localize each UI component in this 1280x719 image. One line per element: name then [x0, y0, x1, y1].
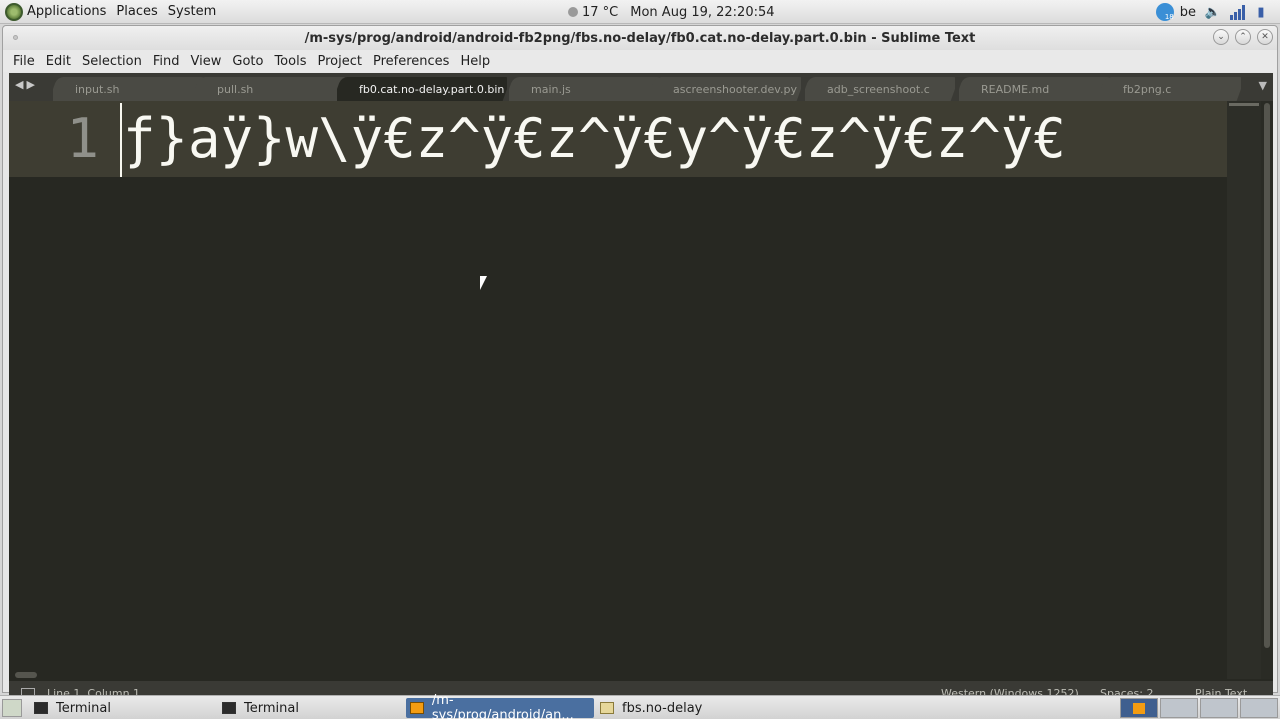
menu-selection[interactable]: Selection: [82, 54, 142, 69]
update-notifier-icon[interactable]: 18: [1155, 3, 1174, 21]
menu-project[interactable]: Project: [317, 54, 361, 69]
task-label: Terminal: [56, 700, 111, 716]
folder-icon: [600, 702, 614, 714]
minimap-viewport[interactable]: [1229, 103, 1259, 106]
keyboard-layout-indicator[interactable]: be: [1180, 5, 1196, 20]
workspace-4[interactable]: [1240, 698, 1278, 718]
editor-area[interactable]: 1 ƒ}aÿ}w\ÿ€z^ÿ€z^ÿ€y^ÿ€z^ÿ€z^ÿ€: [9, 101, 1273, 681]
task-label: /m-sys/prog/android/an...: [431, 693, 574, 719]
tab-label: main.js: [531, 82, 571, 96]
menu-goto[interactable]: Goto: [232, 54, 263, 69]
text-caret: [120, 103, 122, 177]
tab-ascreenshooter-dev-py[interactable]: ascreenshooter.dev.py: [651, 77, 801, 101]
panel-clock-area[interactable]: 17 °C Mon Aug 19, 22:20:54: [568, 0, 775, 24]
maximize-button[interactable]: ⌃: [1235, 29, 1251, 45]
sublime-text-icon: [410, 702, 424, 714]
task-terminal-1[interactable]: Terminal: [30, 698, 210, 718]
task-label: Terminal: [244, 700, 299, 716]
update-count: 18: [1164, 13, 1174, 21]
panel-menu-applications[interactable]: Applications: [27, 4, 106, 19]
window-menu-icon[interactable]: [13, 35, 18, 40]
menu-file[interactable]: File: [13, 54, 35, 69]
horizontal-scrollbar[interactable]: [9, 669, 1227, 681]
menu-view[interactable]: View: [191, 54, 222, 69]
workspace-3[interactable]: [1200, 698, 1238, 718]
network-signal-icon[interactable]: [1228, 4, 1246, 20]
tab-label: pull.sh: [217, 82, 254, 96]
workspace-2[interactable]: [1160, 698, 1198, 718]
tab-fb2png-c[interactable]: fb2png.c: [1101, 77, 1241, 101]
sublime-text-window: /m-sys/prog/android/android-fb2png/fbs.n…: [2, 25, 1278, 705]
panel-menu-places[interactable]: Places: [116, 4, 157, 19]
taskbar: Terminal Terminal /m-sys/prog/android/an…: [0, 693, 1280, 719]
sublime-text-icon: [1133, 703, 1145, 714]
window-title: /m-sys/prog/android/android-fb2png/fbs.n…: [304, 30, 976, 46]
tab-label: fb0.cat.no-delay.part.0.bin: [359, 82, 505, 96]
tab-label: fb2png.c: [1123, 82, 1172, 96]
tab-adb-screenshoot-c[interactable]: adb_screenshoot.c: [805, 77, 955, 101]
mouse-pointer-icon: [480, 276, 487, 290]
horizontal-scroll-thumb[interactable]: [15, 672, 37, 678]
volume-icon[interactable]: 🔈: [1204, 4, 1222, 20]
minimize-button[interactable]: ⌄: [1213, 29, 1229, 45]
top-panel: Applications Places System 17 °C Mon Aug…: [0, 0, 1280, 24]
terminal-icon: [222, 702, 236, 714]
close-button[interactable]: ✕: [1257, 29, 1273, 45]
tab-label: ascreenshooter.dev.py: [673, 82, 797, 96]
window-titlebar[interactable]: /m-sys/prog/android/android-fb2png/fbs.n…: [3, 26, 1277, 50]
line-number: 1: [66, 107, 99, 170]
minimap[interactable]: [1227, 101, 1261, 679]
tab-list-dropdown-icon[interactable]: ▼: [1259, 79, 1267, 92]
menu-help[interactable]: Help: [460, 54, 490, 69]
task-terminal-2[interactable]: Terminal: [218, 698, 398, 718]
tab-readme-md[interactable]: README.md: [959, 77, 1109, 101]
menubar: File Edit Selection Find View Goto Tools…: [3, 50, 1277, 72]
menu-edit[interactable]: Edit: [46, 54, 71, 69]
task-file-manager[interactable]: fbs.no-delay: [596, 698, 786, 718]
tab-fb0-bin[interactable]: fb0.cat.no-delay.part.0.bin: [337, 77, 507, 101]
tab-label: adb_screenshoot.c: [827, 82, 930, 96]
panel-menu-system[interactable]: System: [168, 4, 216, 19]
code-line[interactable]: ƒ}aÿ}w\ÿ€z^ÿ€z^ÿ€y^ÿ€z^ÿ€z^ÿ€: [123, 107, 1227, 170]
workspace-1[interactable]: [1120, 698, 1158, 718]
menu-find[interactable]: Find: [153, 54, 180, 69]
terminal-icon: [34, 702, 48, 714]
battery-icon[interactable]: ▮: [1252, 4, 1270, 20]
tab-scroll-arrows-icon[interactable]: ◀▶: [15, 78, 38, 91]
show-desktop-button[interactable]: [2, 698, 22, 717]
task-label: fbs.no-delay: [622, 700, 703, 716]
temperature: 17 °C: [582, 4, 619, 20]
vertical-scrollbar[interactable]: [1261, 101, 1273, 679]
tab-main-js[interactable]: main.js: [509, 77, 659, 101]
distro-logo-icon[interactable]: [5, 2, 23, 21]
tab-label: README.md: [981, 82, 1050, 96]
tab-input-sh[interactable]: input.sh: [53, 77, 203, 101]
vertical-scroll-thumb[interactable]: [1264, 103, 1270, 648]
tab-pull-sh[interactable]: pull.sh: [195, 77, 345, 101]
task-sublime-text[interactable]: /m-sys/prog/android/an...: [406, 693, 594, 719]
clock[interactable]: Mon Aug 19, 22:20:54: [630, 5, 774, 20]
system-tray: 18 be 🔈 ▮: [1155, 0, 1276, 24]
menu-tools[interactable]: Tools: [274, 54, 306, 69]
weather-icon: [568, 7, 578, 17]
tab-label: input.sh: [75, 82, 120, 96]
tab-bar: ◀▶ input.sh pull.sh fb0.cat.no-delay.par…: [9, 73, 1273, 101]
menu-preferences[interactable]: Preferences: [373, 54, 449, 69]
